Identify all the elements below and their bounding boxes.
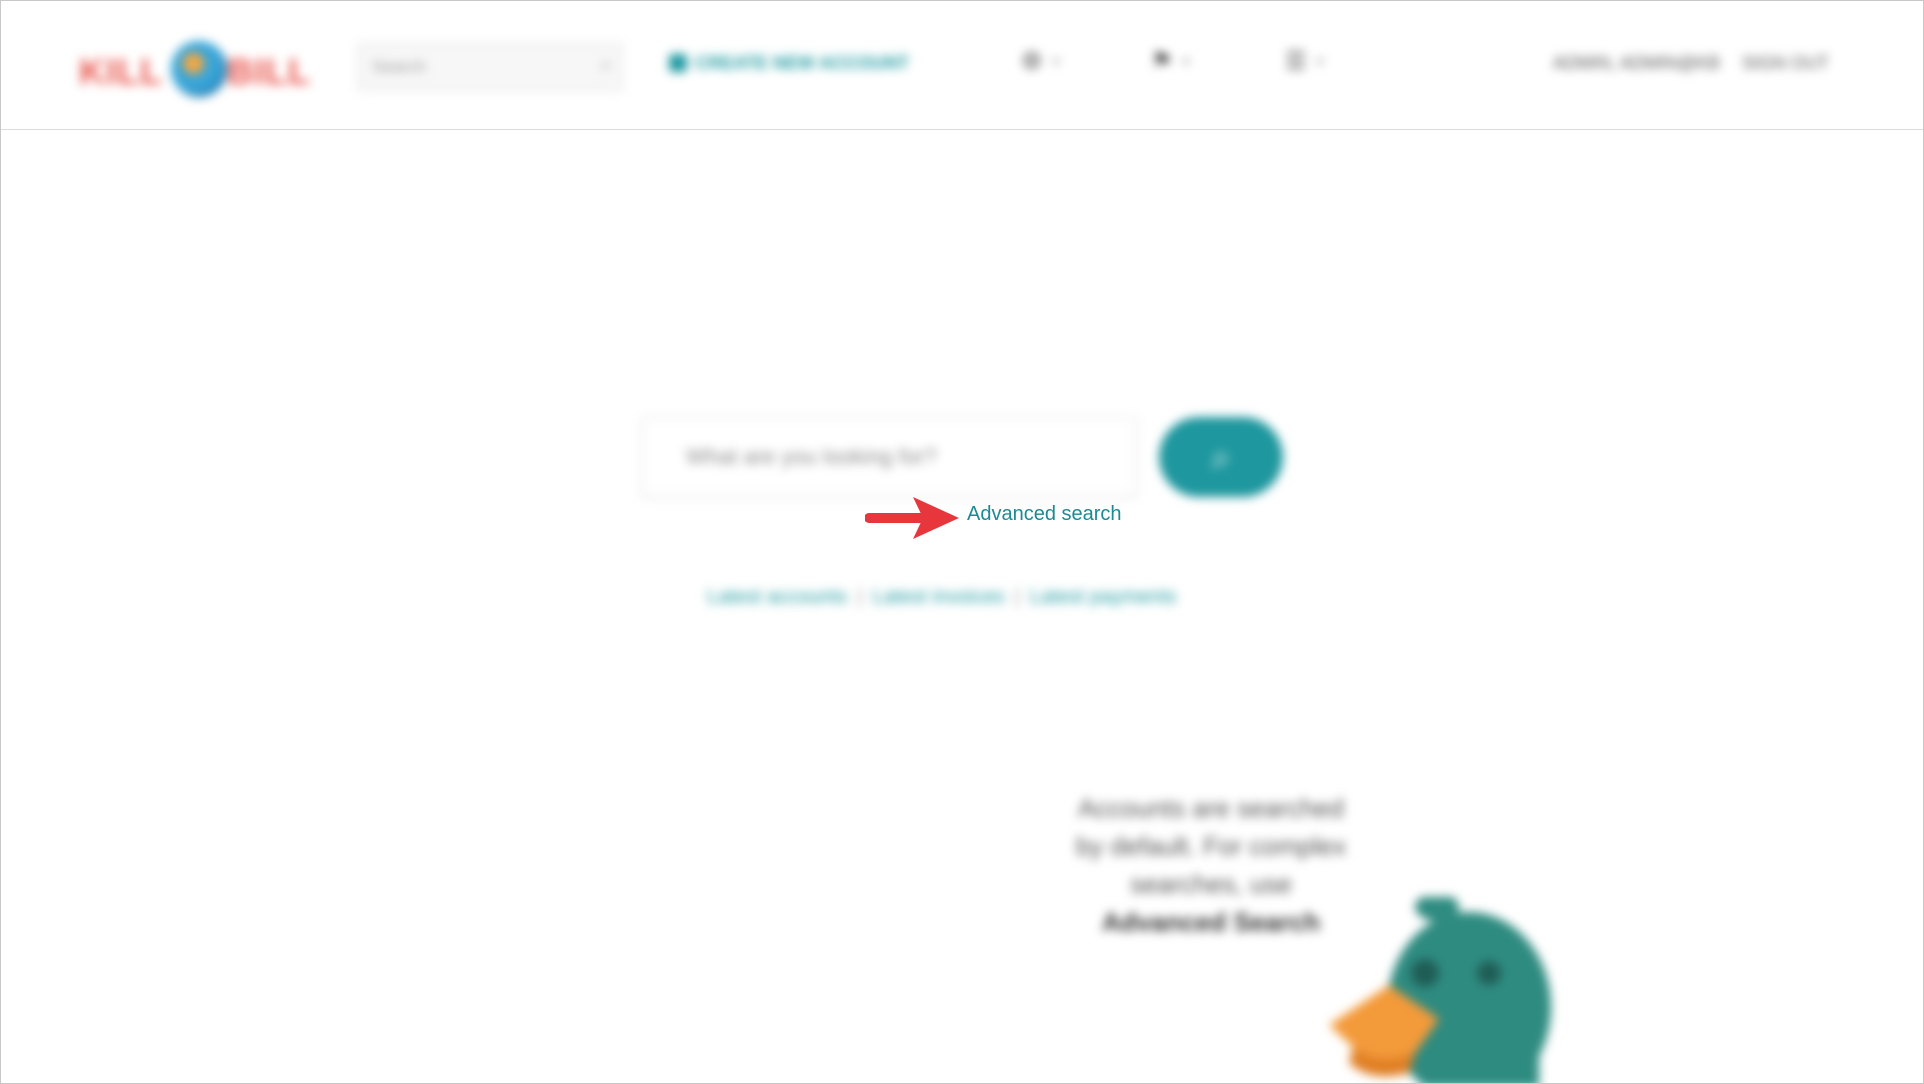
create-account-label: CREATE NEW ACCOUNT [695,52,909,73]
header-divider [1,129,1923,130]
separator: | [857,586,863,608]
logo-text-right: BILL [227,51,311,92]
user-name-link[interactable]: ADMIN, ADMIN@KB [1553,53,1720,74]
logo[interactable]: KILL BILL [79,39,315,97]
top-navigation: KILL BILL Search ⌕ CREATE NEW ACCOUNT ⚙ … [1,1,1923,129]
chevron-down-icon: ▾ [1052,52,1060,69]
quick-links: Latest accounts | Latest invoices | Late… [707,586,1177,609]
annotation-arrow-icon [865,497,959,539]
latest-payments-link[interactable]: Latest payments [1030,586,1177,609]
nav-menu-settings[interactable]: ⚙ ▾ [1021,43,1060,79]
latest-accounts-link[interactable]: Latest accounts [707,586,847,609]
logout-link[interactable]: SIGN OUT [1742,53,1829,74]
header-search-input[interactable]: Search ⌕ [357,43,623,91]
latest-invoices-link[interactable]: Latest invoices [872,586,1004,609]
nav-menu-sliders[interactable]: ☰ ▾ [1285,43,1324,79]
globe-icon [171,41,227,97]
search-icon: ⌕ [1210,435,1232,477]
plus-icon [669,54,687,72]
tip-line: searches, use [1130,869,1292,899]
duck-mascot-icon [1329,897,1551,1083]
search-tip: Accounts are searched by default. For co… [1061,789,1361,941]
tip-line: by default. For complex [1075,831,1347,861]
tip-advanced-search-link[interactable]: Advanced Search [1061,903,1361,941]
header-search-placeholder: Search [372,57,426,76]
chevron-down-icon: ▾ [1316,52,1324,69]
tag-icon: ⚑ [1151,47,1173,75]
main-search-input[interactable]: What are you looking for? [641,417,1137,497]
tip-line: Accounts are searched [1078,793,1344,823]
gear-icon: ⚙ [1021,47,1043,75]
main-search-placeholder: What are you looking for? [686,444,937,469]
main-search-button[interactable]: ⌕ [1159,417,1283,497]
advanced-search-link[interactable]: Advanced search [967,503,1122,526]
nav-menu-tags[interactable]: ⚑ ▾ [1151,43,1190,79]
sliders-icon: ☰ [1285,47,1307,75]
chevron-down-icon: ▾ [1182,52,1190,69]
search-icon[interactable]: ⌕ [601,54,612,77]
logo-text-left: KILL [79,51,163,92]
user-links: ADMIN, ADMIN@KB SIGN OUT [1553,53,1829,74]
separator: | [1014,586,1020,608]
create-account-link[interactable]: CREATE NEW ACCOUNT [669,51,909,75]
app-frame: KILL BILL Search ⌕ CREATE NEW ACCOUNT ⚙ … [0,0,1924,1084]
